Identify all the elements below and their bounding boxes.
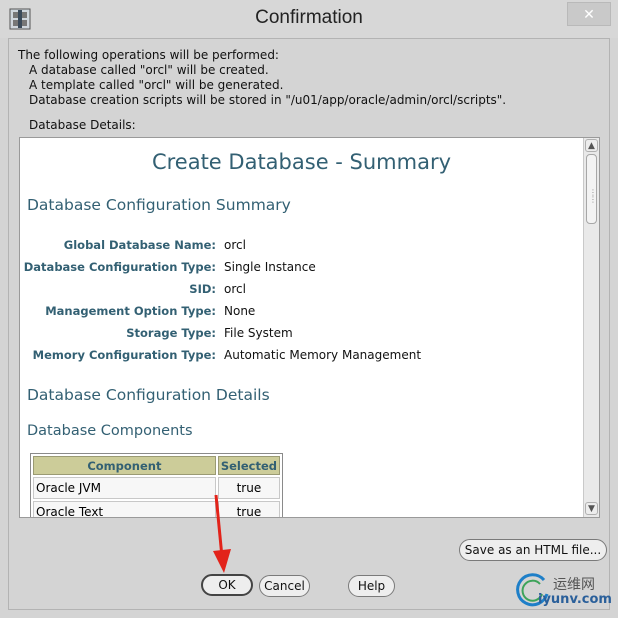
scroll-down-icon[interactable]: ▼ — [585, 502, 598, 515]
field-value: orcl — [224, 282, 246, 296]
save-html-button[interactable]: Save as an HTML file... — [459, 539, 607, 561]
field-row: Database Configuration Type: Single Inst… — [20, 260, 580, 280]
close-icon: ✕ — [583, 7, 595, 23]
database-details-label: Database Details: — [29, 118, 136, 132]
operation-line: Database creation scripts will be stored… — [29, 93, 507, 107]
scroll-up-icon[interactable]: ▲ — [585, 139, 598, 152]
field-label: SID: — [189, 282, 216, 296]
config-summary-heading: Database Configuration Summary — [27, 196, 291, 214]
field-value: None — [224, 304, 256, 318]
operation-line: A database called "orcl" will be created… — [29, 63, 269, 77]
field-label: Memory Configuration Type: — [32, 348, 216, 362]
field-value: Automatic Memory Management — [224, 348, 422, 362]
column-header-selected: Selected — [217, 456, 280, 475]
help-button[interactable]: Help — [348, 575, 395, 597]
field-value: File System — [224, 326, 293, 340]
components-heading: Database Components — [27, 423, 193, 439]
table-row: Oracle JVM true — [33, 477, 280, 499]
summary-title: Create Database - Summary — [151, 150, 452, 174]
summary-content: Create Database - Summary Database Confi… — [20, 138, 583, 517]
ok-button[interactable]: OK — [201, 574, 253, 596]
field-row: Memory Configuration Type: Automatic Mem… — [20, 348, 580, 368]
red-arrow-annotation — [213, 494, 231, 573]
close-button[interactable]: ✕ — [567, 2, 611, 26]
field-label: Global Database Name: — [63, 238, 216, 252]
field-label: Storage Type: — [126, 326, 216, 340]
field-label: Database Configuration Type: — [23, 260, 216, 274]
column-header-component: Component — [33, 456, 216, 475]
field-row: SID: orcl — [20, 282, 580, 302]
watermark: 运维网 iyunv.com — [508, 566, 618, 616]
table-header-row: Component Selected — [33, 456, 280, 475]
field-row: Global Database Name: orcl — [20, 238, 580, 258]
operations-summary: The following operations will be perform… — [18, 48, 578, 108]
field-row: Storage Type: File System — [20, 326, 580, 346]
watermark-cn-text: 运维网 — [553, 577, 595, 593]
field-value: orcl — [224, 238, 246, 252]
watermark-url: iyunv.com — [538, 592, 612, 607]
window-title: Confirmation — [255, 7, 363, 28]
cancel-button[interactable]: Cancel — [259, 575, 310, 597]
component-name: Oracle JVM — [33, 477, 216, 499]
table-row: Oracle Text true — [33, 501, 280, 517]
grip-icon: ⋮ ⋮ — [589, 188, 597, 204]
components-table: Component Selected Oracle JVM true Oracl… — [30, 453, 283, 517]
field-value: Single Instance — [224, 260, 316, 274]
config-details-heading: Database Configuration Details — [27, 386, 270, 404]
summary-panel[interactable]: Create Database - Summary Database Confi… — [19, 137, 600, 518]
component-name: Oracle Text — [33, 501, 216, 517]
field-label: Management Option Type: — [45, 304, 216, 318]
operations-heading: The following operations will be perform… — [18, 48, 279, 62]
field-row: Management Option Type: None — [20, 304, 580, 324]
summary-scrollbar[interactable]: ▲ ⋮ ⋮ ▼ — [583, 138, 599, 517]
scroll-thumb[interactable]: ⋮ ⋮ — [586, 154, 597, 224]
operation-line: A template called "orcl" will be generat… — [29, 78, 284, 92]
title-bar[interactable]: Confirmation ✕ — [0, 0, 618, 38]
